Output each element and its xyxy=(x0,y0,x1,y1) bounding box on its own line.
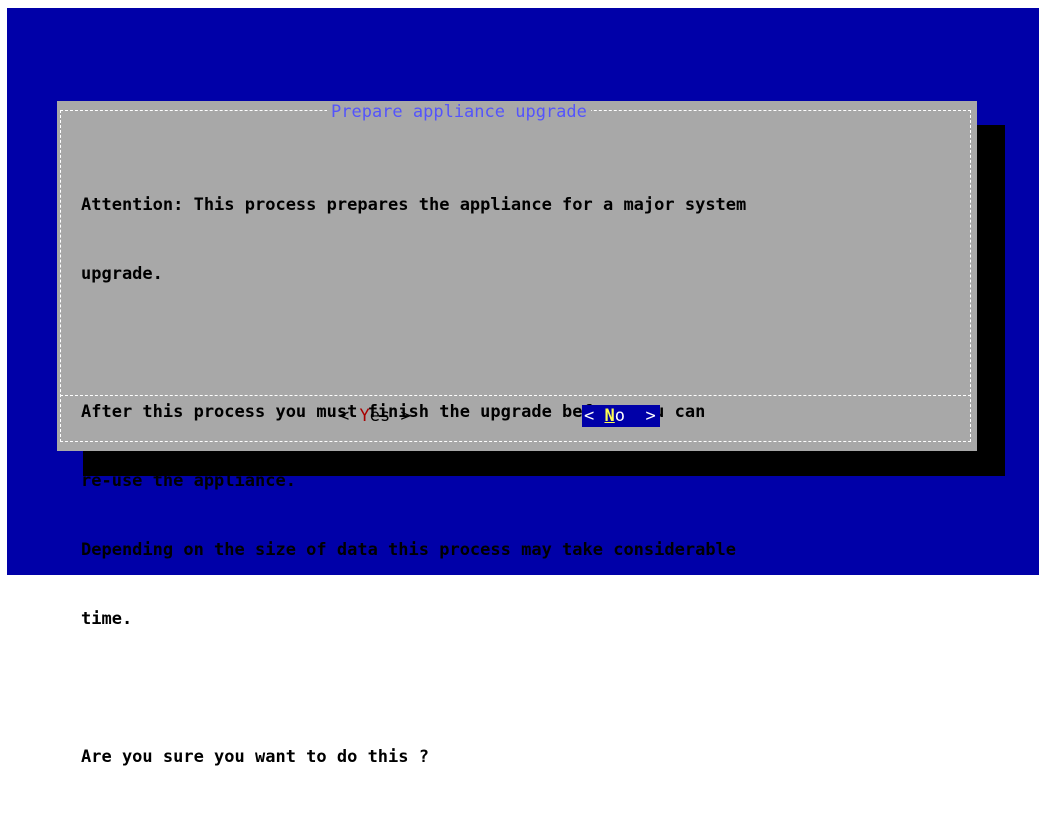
no-label-rest: o xyxy=(614,406,625,426)
no-close: > xyxy=(624,406,656,426)
message-line: re-use the appliance. xyxy=(81,471,296,491)
message-line xyxy=(81,677,961,700)
no-open: < xyxy=(584,406,605,426)
message-line: Depending on the size of data this proce… xyxy=(81,540,737,560)
yes-button[interactable]: < Yes > xyxy=(339,405,411,427)
yes-open: < xyxy=(339,406,360,426)
no-hotkey: N xyxy=(604,406,615,426)
yes-close: > xyxy=(390,406,411,426)
yes-hotkey: Y xyxy=(359,406,370,426)
message-line: Are you sure you want to do this ? xyxy=(81,747,429,767)
dialog-title: Prepare appliance upgrade xyxy=(327,101,591,123)
message-line: time. xyxy=(81,609,133,629)
no-button[interactable]: < No > xyxy=(582,405,660,427)
message-line: upgrade. xyxy=(81,264,163,284)
upgrade-dialog: Prepare appliance upgrade Attention: Thi… xyxy=(57,101,977,767)
message-line: Attention: This process prepares the app… xyxy=(81,195,747,215)
message-line xyxy=(81,332,961,355)
button-row: < Yes > < No > xyxy=(57,404,977,428)
yes-label-rest: es xyxy=(369,406,391,426)
dialog-message: Attention: This process prepares the app… xyxy=(81,148,961,815)
